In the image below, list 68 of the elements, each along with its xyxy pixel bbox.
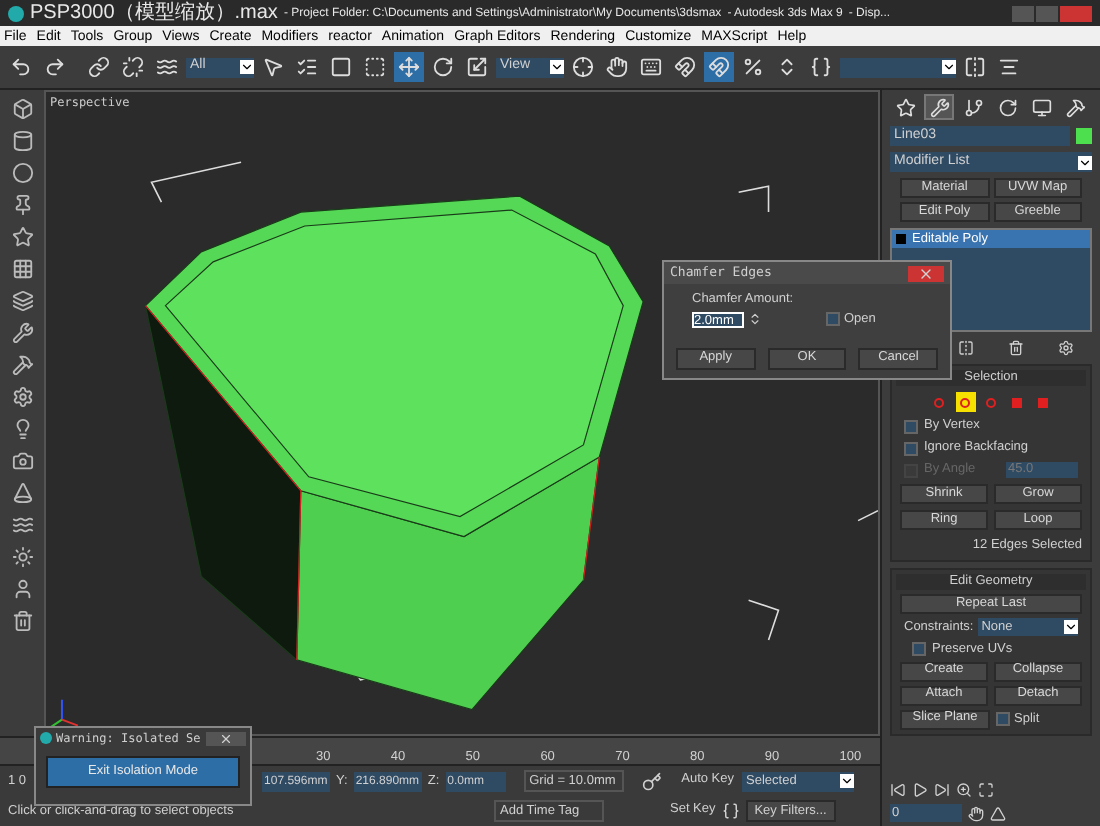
dropdown-arrow-icon[interactable] — [1078, 155, 1092, 169]
pivot-icon[interactable] — [568, 52, 598, 82]
next-frame-icon[interactable] — [934, 782, 950, 798]
dashed-square-icon[interactable] — [360, 52, 390, 82]
dropdown-arrow-icon[interactable] — [550, 60, 564, 74]
checkbox[interactable] — [904, 419, 918, 433]
hand-icon[interactable] — [602, 52, 632, 82]
app-logo-icon — [8, 5, 24, 21]
hammer-icon[interactable] — [10, 352, 34, 376]
dropdown-arrow-icon[interactable] — [240, 60, 254, 74]
close-icon[interactable] — [908, 265, 944, 281]
named-selection-field[interactable] — [840, 57, 956, 77]
layers-icon[interactable] — [10, 288, 34, 312]
bin-icon[interactable] — [10, 608, 34, 632]
element-icon[interactable] — [1033, 392, 1053, 412]
pan-icon[interactable] — [968, 805, 984, 821]
polygon-icon[interactable] — [1007, 392, 1027, 412]
checkbox[interactable] — [996, 712, 1010, 726]
mirror-icon[interactable] — [960, 52, 990, 82]
play-icon[interactable] — [912, 782, 928, 798]
magnet-icon[interactable] — [670, 52, 700, 82]
gear-icon[interactable] — [1058, 340, 1075, 356]
figure-icon[interactable] — [10, 576, 34, 600]
field-of-view-icon[interactable] — [990, 805, 1006, 821]
dropdown-arrow-icon[interactable] — [840, 774, 855, 789]
magnet-icon[interactable] — [704, 52, 734, 82]
link-icon[interactable] — [84, 52, 114, 82]
key-curve-icon[interactable] — [721, 802, 740, 820]
app-logo-icon — [40, 732, 52, 744]
sun-icon[interactable] — [10, 544, 34, 568]
previous-frame-icon[interactable] — [890, 782, 906, 798]
dropdown-arrow-icon[interactable] — [942, 60, 956, 74]
checkbox[interactable] — [826, 312, 840, 327]
gear-icon[interactable] — [10, 384, 34, 408]
checkbox[interactable] — [912, 642, 926, 656]
pin-icon[interactable] — [10, 192, 34, 216]
axis-tripod-icon — [49, 698, 79, 729]
wave-icon[interactable] — [10, 512, 34, 536]
grid-icon[interactable] — [10, 256, 34, 280]
square-icon[interactable] — [326, 52, 356, 82]
corner-bracket — [747, 599, 780, 641]
close-icon[interactable] — [206, 731, 246, 745]
mirror-icon[interactable] — [957, 340, 974, 356]
scale-icon[interactable] — [462, 52, 492, 82]
object-color-swatch[interactable] — [1076, 128, 1092, 144]
model-drawing[interactable] — [144, 195, 644, 711]
corner-bracket — [737, 185, 770, 213]
corner-bracket — [150, 161, 242, 203]
rotate-icon[interactable] — [428, 52, 458, 82]
edge-icon[interactable] — [955, 392, 975, 412]
key-icon[interactable] — [641, 771, 662, 792]
star-icon[interactable] — [10, 224, 34, 248]
move-icon[interactable] — [394, 52, 424, 82]
sphere-icon[interactable] — [10, 160, 34, 184]
camera-icon[interactable] — [10, 448, 34, 472]
zoom-icon[interactable] — [956, 782, 972, 798]
corner-bracket — [857, 509, 878, 522]
wrench-icon[interactable] — [10, 320, 34, 344]
braces-icon[interactable] — [806, 52, 836, 82]
unlink-icon[interactable] — [118, 52, 148, 82]
spinner-icon[interactable] — [748, 312, 762, 327]
cone-icon[interactable] — [10, 480, 34, 504]
cylinder-icon[interactable] — [10, 128, 34, 152]
file-name: PSP3000（模型缩放）.max — [30, 3, 278, 23]
zoom-extents-icon[interactable] — [978, 782, 994, 798]
checkbox[interactable] — [904, 441, 918, 455]
bin-icon[interactable] — [1008, 340, 1025, 356]
dropdown-arrow-icon[interactable] — [1064, 620, 1078, 635]
